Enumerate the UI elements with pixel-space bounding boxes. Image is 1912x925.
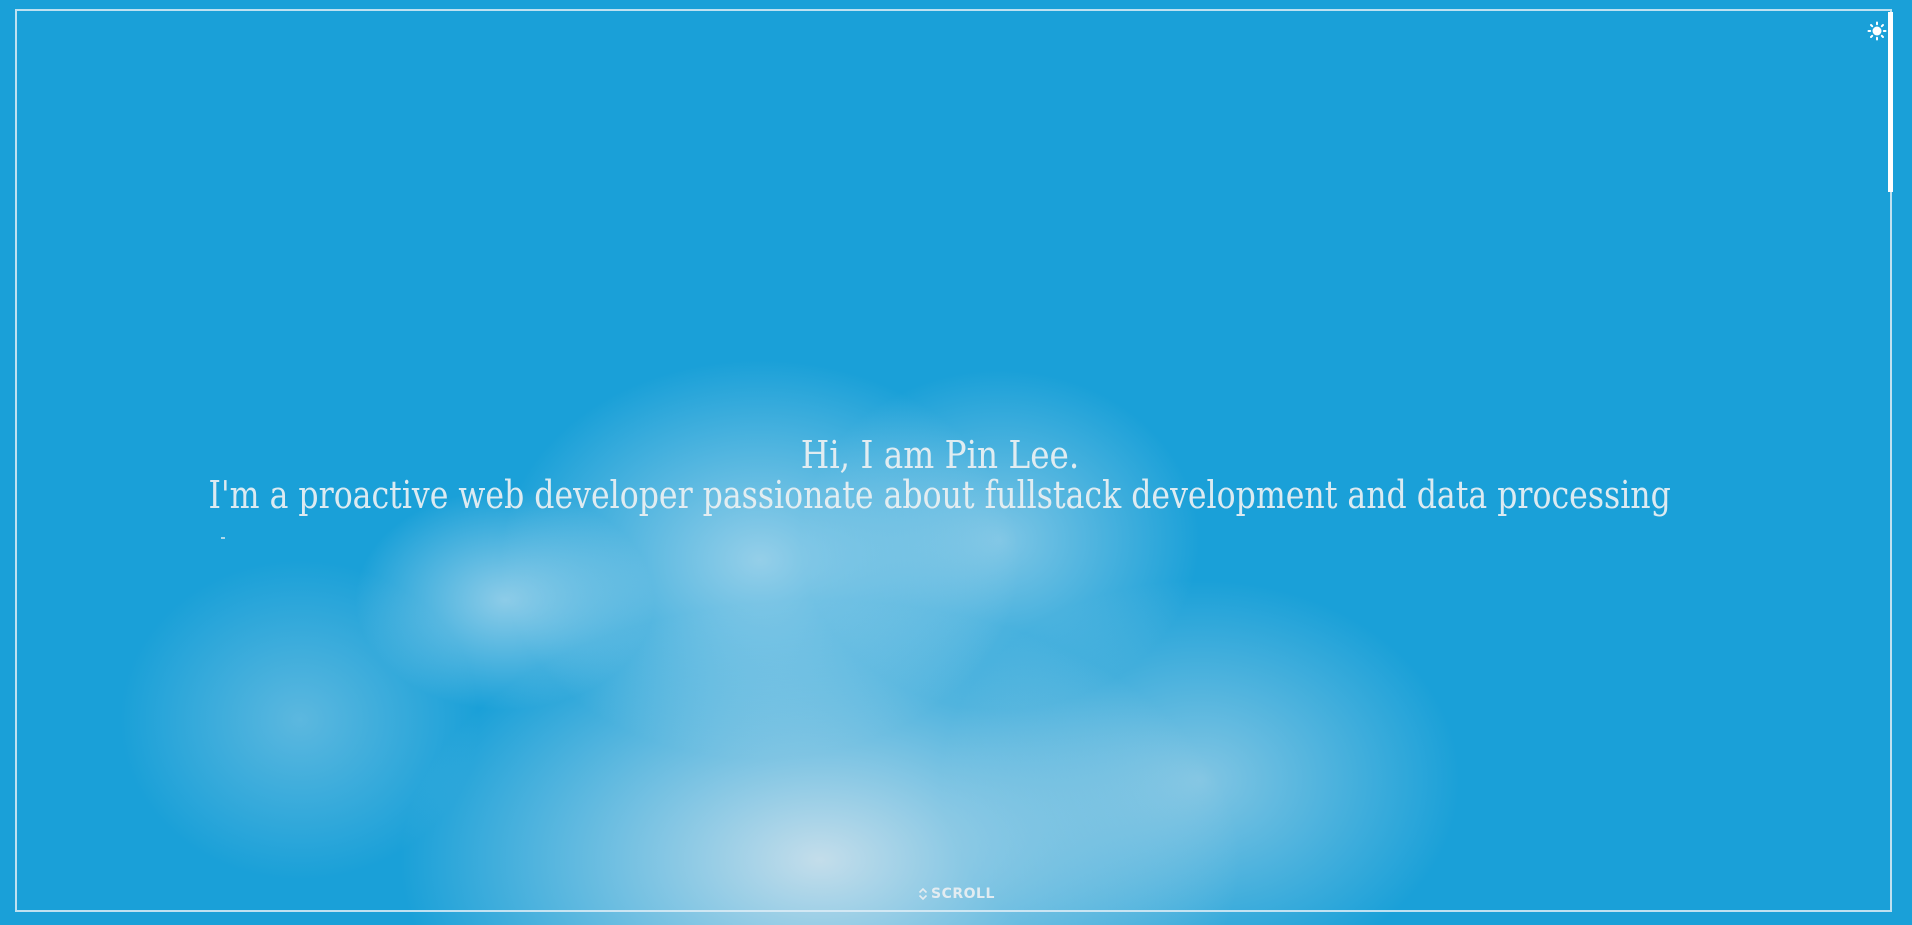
hero-title: Hi, I am Pin Lee. — [800, 433, 1080, 477]
hero-subtitle: I'm a proactive web developer passionate… — [208, 473, 1671, 517]
up-down-chevron-icon — [918, 887, 928, 901]
scroll-hint[interactable]: SCROLL — [918, 886, 995, 902]
scroll-progress-bar[interactable] — [1888, 12, 1893, 192]
hero-section: Hi, I am Pin Lee. I'm a proactive web de… — [0, 435, 1880, 515]
scroll-label: SCROLL — [931, 886, 995, 902]
landing-page: Hi, I am Pin Lee. I'm a proactive web de… — [0, 0, 1912, 925]
theme-toggle-button[interactable] — [1866, 20, 1888, 42]
sun-icon — [1867, 21, 1887, 41]
typing-cursor — [221, 537, 225, 539]
